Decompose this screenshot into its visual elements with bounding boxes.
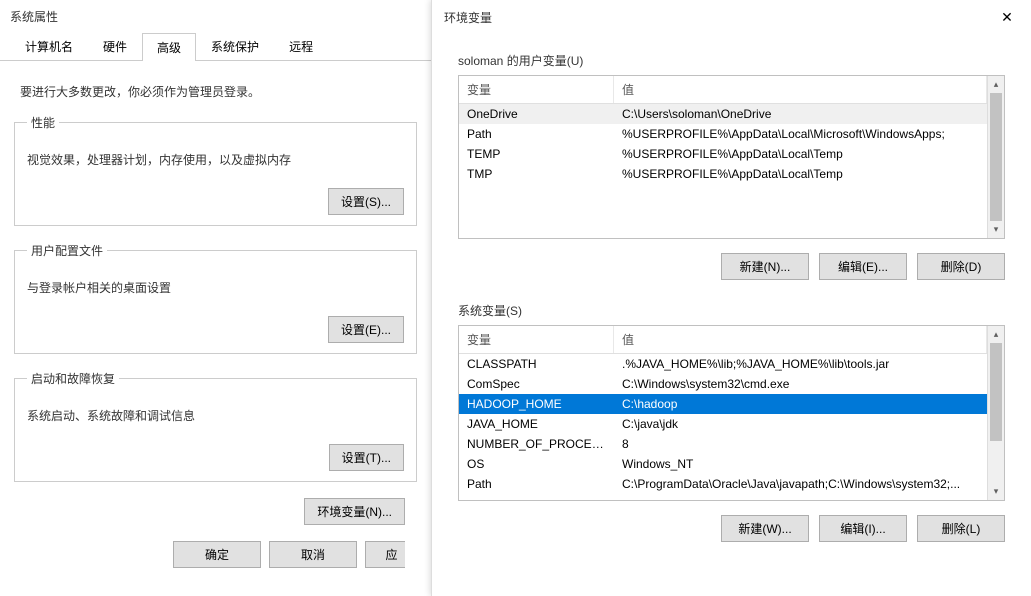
cell-var: JAVA_HOME — [459, 414, 614, 434]
cell-var: CLASSPATH — [459, 354, 614, 374]
settings-button-1[interactable]: 设置(E)... — [328, 316, 404, 343]
group-text: 视觉效果，处理器计划，内存使用，以及虚拟内存 — [27, 141, 404, 188]
table-row[interactable]: CLASSPATH.%JAVA_HOME%\lib;%JAVA_HOME%\li… — [459, 354, 987, 374]
cell-var: TMP — [459, 164, 614, 184]
sys-vars-label: 系统变量(S) — [432, 284, 1031, 325]
cell-var: NUMBER_OF_PROCESSORS — [459, 434, 614, 454]
scroll-up-icon[interactable]: ▴ — [988, 326, 1004, 343]
group-text: 系统启动、系统故障和调试信息 — [27, 397, 404, 444]
group-legend: 性能 — [27, 114, 59, 131]
ok-button[interactable]: 确定 — [173, 541, 261, 568]
group-legend: 启动和故障恢复 — [27, 370, 119, 387]
cancel-button[interactable]: 取消 — [269, 541, 357, 568]
group-1: 用户配置文件与登录帐户相关的桌面设置设置(E)... — [14, 242, 417, 354]
sys-edit-button[interactable]: 编辑(I)... — [819, 515, 907, 542]
user-list-header[interactable]: 变量 值 — [459, 76, 987, 104]
group-legend: 用户配置文件 — [27, 242, 107, 259]
cell-var: Path — [459, 124, 614, 144]
group-text: 与登录帐户相关的桌面设置 — [27, 269, 404, 316]
table-row[interactable]: OneDriveC:\Users\soloman\OneDrive — [459, 104, 987, 124]
group-2: 启动和故障恢复系统启动、系统故障和调试信息设置(T)... — [14, 370, 417, 482]
cell-val: C:\hadoop — [614, 394, 987, 414]
col-header-variable[interactable]: 变量 — [459, 326, 614, 353]
table-row[interactable]: HADOOP_HOMEC:\hadoop — [459, 394, 987, 414]
table-row[interactable]: TEMP%USERPROFILE%\AppData\Local\Temp — [459, 144, 987, 164]
scroll-down-icon[interactable]: ▾ — [988, 221, 1004, 238]
col-header-value[interactable]: 值 — [614, 326, 987, 353]
user-vars-label: soloman 的用户变量(U) — [432, 34, 1031, 75]
table-row[interactable]: NUMBER_OF_PROCESSORS8 — [459, 434, 987, 454]
tab-body-advanced: 要进行大多数更改，你必须作为管理员登录。 性能视觉效果，处理器计划，内存使用，以… — [0, 61, 431, 578]
cell-val: C:\ProgramData\Oracle\Java\javapath;C:\W… — [614, 474, 987, 494]
cell-val: C:\java\jdk — [614, 414, 987, 434]
tab-1[interactable]: 硬件 — [88, 32, 142, 60]
cell-var: OS — [459, 454, 614, 474]
env-title: 环境变量 — [444, 9, 492, 26]
user-scrollbar[interactable]: ▴ ▾ — [987, 76, 1004, 238]
settings-button-0[interactable]: 设置(S)... — [328, 188, 404, 215]
sys-scrollbar[interactable]: ▴ ▾ — [987, 326, 1004, 500]
cell-val: Windows_NT — [614, 454, 987, 474]
cell-var: OneDrive — [459, 104, 614, 124]
cell-val: C:\Windows\system32\cmd.exe — [614, 374, 987, 394]
cell-val: %USERPROFILE%\AppData\Local\Temp — [614, 144, 987, 164]
env-header: 环境变量 ✕ — [432, 0, 1031, 34]
cell-val: .%JAVA_HOME%\lib;%JAVA_HOME%\lib\tools.j… — [614, 354, 987, 374]
user-delete-button[interactable]: 删除(D) — [917, 253, 1005, 280]
user-vars-list[interactable]: 变量 值 OneDriveC:\Users\soloman\OneDrivePa… — [458, 75, 1005, 239]
cell-var: TEMP — [459, 144, 614, 164]
table-row[interactable]: ComSpecC:\Windows\system32\cmd.exe — [459, 374, 987, 394]
sys-vars-list[interactable]: 变量 值 CLASSPATH.%JAVA_HOME%\lib;%JAVA_HOM… — [458, 325, 1005, 501]
apply-button-partial[interactable]: 应 — [365, 541, 405, 568]
cell-var: HADOOP_HOME — [459, 394, 614, 414]
col-header-value[interactable]: 值 — [614, 76, 987, 103]
user-new-button[interactable]: 新建(N)... — [721, 253, 809, 280]
table-row[interactable]: PathC:\ProgramData\Oracle\Java\javapath;… — [459, 474, 987, 494]
table-row[interactable]: TMP%USERPROFILE%\AppData\Local\Temp — [459, 164, 987, 184]
table-row[interactable]: Path%USERPROFILE%\AppData\Local\Microsof… — [459, 124, 987, 144]
admin-hint: 要进行大多数更改，你必须作为管理员登录。 — [14, 71, 417, 114]
environment-variables-dialog: 环境变量 ✕ soloman 的用户变量(U) 变量 值 OneDriveC:\… — [431, 0, 1031, 596]
sys-delete-button[interactable]: 删除(L) — [917, 515, 1005, 542]
table-row[interactable]: JAVA_HOMEC:\java\jdk — [459, 414, 987, 434]
cell-val: %USERPROFILE%\AppData\Local\Microsoft\Wi… — [614, 124, 987, 144]
tab-2[interactable]: 高级 — [142, 33, 196, 61]
settings-button-2[interactable]: 设置(T)... — [329, 444, 404, 471]
cell-val: C:\Users\soloman\OneDrive — [614, 104, 987, 124]
close-icon[interactable]: ✕ — [991, 6, 1023, 28]
tab-3[interactable]: 系统保护 — [196, 32, 274, 60]
sys-new-button[interactable]: 新建(W)... — [721, 515, 809, 542]
environment-variables-button[interactable]: 环境变量(N)... — [304, 498, 405, 525]
scroll-up-icon[interactable]: ▴ — [988, 76, 1004, 93]
cell-val: 8 — [614, 434, 987, 454]
col-header-variable[interactable]: 变量 — [459, 76, 614, 103]
system-properties-title: 系统属性 — [0, 0, 431, 33]
tab-4[interactable]: 远程 — [274, 32, 328, 60]
system-properties-dialog: 系统属性 计算机名硬件高级系统保护远程 要进行大多数更改，你必须作为管理员登录。… — [0, 0, 431, 596]
cell-val: %USERPROFILE%\AppData\Local\Temp — [614, 164, 987, 184]
sys-list-header[interactable]: 变量 值 — [459, 326, 987, 354]
tab-row: 计算机名硬件高级系统保护远程 — [0, 33, 431, 61]
cell-var: Path — [459, 474, 614, 494]
scroll-down-icon[interactable]: ▾ — [988, 483, 1004, 500]
cell-var: ComSpec — [459, 374, 614, 394]
user-edit-button[interactable]: 编辑(E)... — [819, 253, 907, 280]
tab-0[interactable]: 计算机名 — [10, 32, 88, 60]
table-row[interactable]: OSWindows_NT — [459, 454, 987, 474]
group-0: 性能视觉效果，处理器计划，内存使用，以及虚拟内存设置(S)... — [14, 114, 417, 226]
